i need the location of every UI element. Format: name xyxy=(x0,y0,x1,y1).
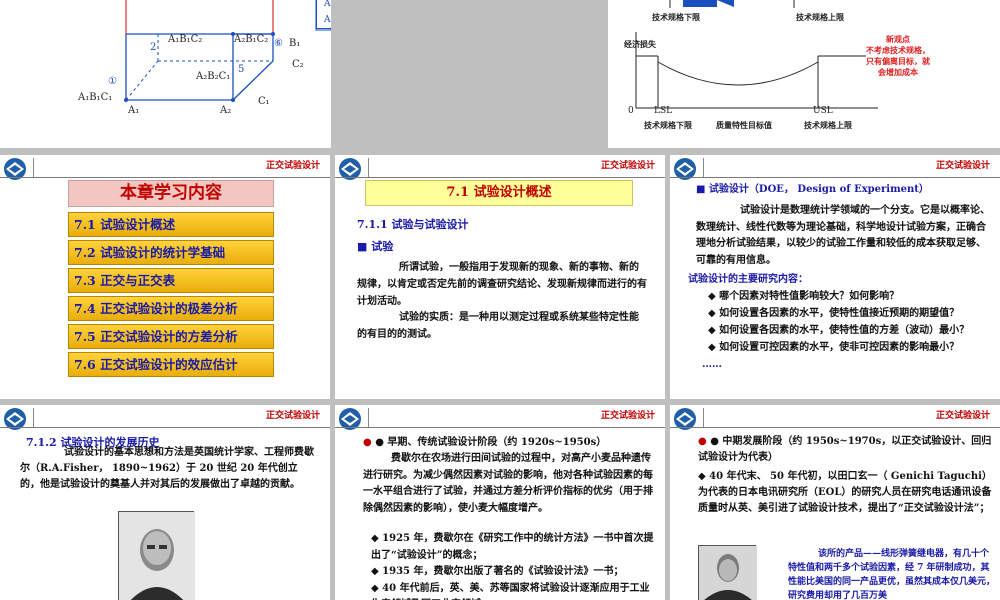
paragraph-doe-def: 试验设计是数理统计学领域的一个分支。它是以概率论、数理统计、线性代数等为理论基础… xyxy=(696,205,990,266)
cube-label-c2: C₂ xyxy=(292,59,304,70)
event-1935: ◆ 1935 年，费歇尔出版了著名的《试验设计法》一书； xyxy=(371,566,624,577)
red-dot-icon: ● xyxy=(363,437,372,448)
cube-label-a2: A₂ xyxy=(219,105,231,116)
early-stage-events: ◆ 1925 年，费歇尔在《研究工作中的统计方法》一书中首次提出了“试验设计”的… xyxy=(363,531,657,600)
paragraph-experiment-def: 所谓试验，一般指用于发现新的现象、新的事物、新的规律，以肯定或否定先前的调查研究… xyxy=(357,262,647,307)
research-content-list: ◆ 哪个因素对特性值影响较大？如何影响？ ◆ 如何设置各因素的水平，使特性值接近… xyxy=(688,288,992,373)
university-logo-icon xyxy=(674,158,696,180)
paragraph-experiment-essence: 试验的实质：是一种用以测定过程或系统某些特定性能的有目的的测试。 xyxy=(357,312,639,340)
label-spec-upper: 技术规格上限 xyxy=(804,121,852,130)
paragraph-taguchi: ◆ 40 年代末、 50 年代初，以田口玄一（ Genichi Taguchi）… xyxy=(698,471,992,514)
label-zero: 0 xyxy=(628,106,634,116)
header-brand-text: 正交试验设计 xyxy=(265,411,320,421)
research-ellipsis: …… xyxy=(702,359,722,370)
label-lsl: LSL xyxy=(654,106,673,116)
label-usl: USL xyxy=(813,106,833,116)
header-brand-text: 正交试验设计 xyxy=(600,161,655,171)
slide-quality-loss[interactable]: 技术规格下限 技术规格上限 经济损失 新观点 不考虑技术规格， 只有偏离目标，就… xyxy=(608,0,1000,148)
new-view-line1: 不考虑技术规格， xyxy=(866,46,930,55)
section-heading: 7.1 试验设计概述 xyxy=(365,180,633,206)
paragraph-fisher: 试验设计的基本思想和方法是英国统计学家、工程师费歇尔（R.A.Fisher， 1… xyxy=(20,447,314,490)
cube-label-a1: A₁ xyxy=(127,105,139,116)
slide-cube-diagram[interactable]: A₁B₁C₂ A₂B₁C₂ A₂B₂C₁ A₁B₁C₁ A₁ A₂ B₁ C₂ … xyxy=(0,0,331,148)
slide-header: 正交试验设计 xyxy=(335,155,665,183)
cube-diagram: A₁B₁C₂ A₂B₁C₂ A₂B₂C₁ A₁B₁C₁ A₁ A₂ B₁ C₂ … xyxy=(77,0,331,116)
label-spec-upper-top: 技术规格上限 xyxy=(796,13,844,22)
new-view-note: 新观点 不考虑技术规格， 只有偏离目标，就 会增加成本 xyxy=(866,34,930,78)
toc-item-7-2[interactable]: 7.2 试验设计的统计学基础 xyxy=(68,240,274,265)
fisher-portrait-image xyxy=(118,511,195,600)
slide-doe-history[interactable]: 正交试验设计 7.1.2 试验设计的发展历史 试验设计的基本思想和方法是英国统计… xyxy=(0,405,330,600)
slide-doe-definition[interactable]: 正交试验设计 ■ 试验设计（DOE， Design of Experiment）… xyxy=(670,155,1000,399)
university-logo-icon xyxy=(339,408,361,430)
slide-chapter-contents[interactable]: 正交试验设计 本章学习内容 7.1 试验设计概述 7.2 试验设计的统计学基础 … xyxy=(0,155,330,399)
stage-heading-middle: ● ● 中期发展阶段（约 1950s~1970s，以正交试验设计、回归试验设计为… xyxy=(698,434,994,466)
toc-item-7-1[interactable]: 7.1 试验设计概述 xyxy=(68,212,274,237)
label-spec-lower-top: 技术规格下限 xyxy=(652,13,700,22)
research-item-2: ◆ 如何设置各因素的水平，使特性值接近预期的期望值？ xyxy=(708,308,960,319)
slide-sorter-view: A₁B₁C₂ A₂B₁C₂ A₂B₂C₁ A₁B₁C₁ A₁ A₂ B₁ C₂ … xyxy=(0,0,1000,600)
new-view-line2: 只有偏离目标，就 xyxy=(866,57,930,66)
university-logo-icon xyxy=(0,155,32,183)
stage-heading-text: ● 中期发展阶段（约 1950s~1970s，以正交试验设计、回归试验设计为代表… xyxy=(698,436,992,463)
event-1925: ◆ 1925 年，费歇尔在《研究工作中的统计方法》一书中首次提出了“试验设计”的… xyxy=(371,533,654,561)
label-target-value: 质量特性目标值 xyxy=(716,121,772,130)
toc-item-7-5[interactable]: 7.5 正交试验设计的方差分析 xyxy=(68,324,274,349)
svg-text:A₂B₁C₂: A₂B₁C₂ xyxy=(323,0,331,9)
new-view-line3: 会增加成本 xyxy=(878,68,918,77)
cube-label-circle1: ① xyxy=(108,76,117,87)
cube-label-2: 2 xyxy=(150,42,156,53)
toc-item-7-4[interactable]: 7.4 正交试验设计的极差分析 xyxy=(68,296,274,321)
cube-label-c1: C₁ xyxy=(258,96,270,107)
slide-early-stage[interactable]: 正交试验设计 ● ● 早期、传统试验设计阶段（约 1920s~1950s） 费歇… xyxy=(335,405,665,600)
bullet-doe: ■ 试验设计（DOE， Design of Experiment） xyxy=(696,184,929,195)
cube-label-a2b1c2: A₂B₁C₂ xyxy=(233,34,268,45)
toc-list: 7.1 试验设计概述 7.2 试验设计的统计学基础 7.3 正交与正交表 7.4… xyxy=(68,212,274,380)
cube-label-a1b1c1: A₁B₁C₁ xyxy=(77,92,112,103)
stage-heading-text: ● 早期、传统试验设计阶段（约 1920s~1950s） xyxy=(375,437,607,448)
new-view-title: 新观点 xyxy=(886,35,910,44)
slide-header: 正交试验设计 xyxy=(670,155,1000,183)
taguchi-portrait-image xyxy=(698,545,757,600)
svg-text:A₂B₂C₁: A₂B₂C₁ xyxy=(323,15,331,25)
cube-label-5: 5 xyxy=(238,64,244,75)
cube-label-a1b1c2: A₁B₁C₂ xyxy=(167,34,202,45)
red-dot-icon: ● xyxy=(698,436,707,447)
bullet-experiment: ■ 试验 xyxy=(357,240,394,253)
header-brand-text: 正交试验设计 xyxy=(935,161,990,171)
university-logo-icon xyxy=(4,408,26,430)
cube-label-a2b2c1: A₂B₂C₁ xyxy=(195,71,230,82)
research-item-3: ◆ 如何设置各因素的水平，使特性值的方差（波动）最小？ xyxy=(708,325,970,336)
label-economic-loss: 经济损失 xyxy=(624,40,656,49)
slide-experiment-overview[interactable]: 正交试验设计 7.1 试验设计概述 7.1.1 试验与试验设计 ■ 试验 所谓试… xyxy=(335,155,665,399)
toc-item-7-6[interactable]: 7.6 正交试验设计的效应估计 xyxy=(68,352,274,377)
slide-header: 正交试验设计 xyxy=(670,405,1000,433)
event-1940s: ◆ 40 年代前后，英、美、苏等国家将试验设计逐渐应用于工业生产领域及国工业产领… xyxy=(371,582,650,600)
slide-header: 正交试验设计 xyxy=(335,405,665,433)
research-item-4: ◆ 如何设置可控因素的水平，使非可控因素的影响最小？ xyxy=(708,342,960,353)
research-item-1: ◆ 哪个因素对特性值影响较大？如何影响？ xyxy=(708,291,900,302)
paragraph-fisher-field: 费歇尔在农场进行田间试验的过程中，对高产小麦品种遗传进行研究。为减少偶然因素对试… xyxy=(363,453,653,514)
slide-middle-stage[interactable]: 正交试验设计 ● ● 中期发展阶段（约 1950s~1970s，以正交试验设计、… xyxy=(670,405,1000,600)
toc-title: 本章学习内容 xyxy=(68,180,274,207)
header-brand-text: 正交试验设计 xyxy=(935,411,990,421)
university-logo-icon xyxy=(339,158,361,180)
label-spec-lower: 技术规格下限 xyxy=(644,121,692,130)
header-brand-text: 正交试验设计 xyxy=(265,161,320,171)
subsection-title: 7.1.1 试验与试验设计 xyxy=(357,218,469,231)
university-logo-icon xyxy=(674,408,696,430)
relay-product-note: 该所的产品——线形弹簧继电器，有几十个特性值和两千多个试验因素，经 7 年研制成… xyxy=(788,549,996,600)
cube-label-circle6: ⑥ xyxy=(274,38,283,49)
cube-legend-box: A₂B₁C₂ A₂B₂C₁ xyxy=(316,0,331,29)
cube-label-b1: B₁ xyxy=(289,38,300,49)
toc-item-7-3[interactable]: 7.3 正交与正交表 xyxy=(68,268,274,293)
slide-header: 正交试验设计 xyxy=(0,155,330,183)
header-brand-text: 正交试验设计 xyxy=(600,411,655,421)
stage-heading-early: ● ● 早期、传统试验设计阶段（约 1920s~1950s） xyxy=(363,434,663,451)
slide-header: 正交试验设计 xyxy=(0,405,330,433)
research-content-subtitle: 试验设计的主要研究内容： xyxy=(688,274,808,285)
